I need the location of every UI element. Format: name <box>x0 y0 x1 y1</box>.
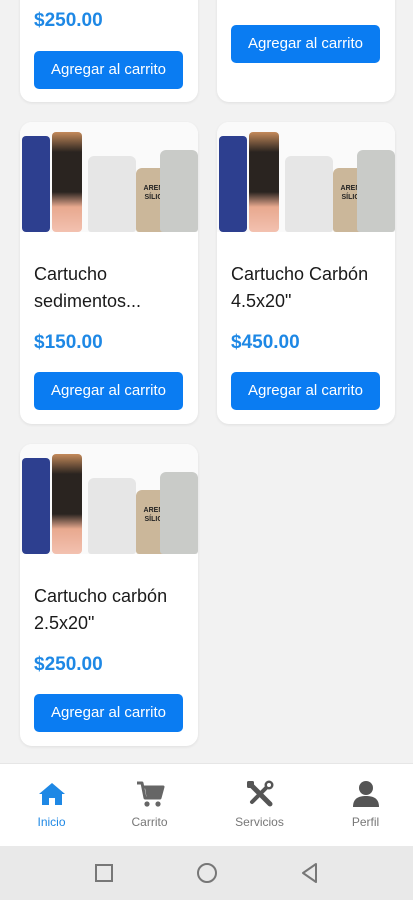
home-icon <box>39 783 65 805</box>
filter-tube-orange <box>249 132 279 232</box>
bag-white <box>88 156 136 232</box>
product-price: $250.00 <box>34 654 103 675</box>
recents-icon[interactable] <box>91 860 117 886</box>
product-price: $450.00 <box>231 332 300 353</box>
product-card[interactable]: ARENA SÍLICA Cartucho carbón 2.5x20" $25… <box>20 444 198 746</box>
add-to-cart-button[interactable]: Agregar al carrito <box>231 372 380 410</box>
product-name: Cartucho carbón 2.5x20" <box>34 586 168 633</box>
product-card[interactable]: ARENA SÍLICA Cartucho Carbón 4.5x20" $45… <box>217 122 395 424</box>
product-card[interactable]: Agregar al carrito <box>217 0 395 102</box>
add-to-cart-button[interactable]: Agregar al carrito <box>34 51 183 89</box>
cart-icon <box>137 781 165 807</box>
tools-icon <box>247 780 274 807</box>
nav-item-perfil[interactable]: Perfil <box>314 764 413 847</box>
product-price: $250.00 <box>34 10 103 31</box>
bag-white <box>285 156 333 232</box>
product-image[interactable]: ARENA SÍLICA <box>20 444 198 554</box>
nav-label: Carrito <box>131 815 168 829</box>
back-icon[interactable] <box>297 860 323 886</box>
filter-tube-orange <box>52 454 82 554</box>
box-gray <box>357 150 395 232</box>
product-name: Cartucho sedimentos... <box>34 264 142 311</box>
box-gray <box>160 150 198 232</box>
add-to-cart-button[interactable]: Agregar al carrito <box>231 25 380 63</box>
nav-item-carrito[interactable]: Carrito <box>98 764 201 847</box>
bottom-navigation: Inicio Carrito Servicios Perfil <box>0 763 413 846</box>
product-price: $150.00 <box>34 332 103 353</box>
person-icon <box>353 781 379 807</box>
product-grid: $250.00 Agregar al carrito Agregar al ca… <box>0 0 413 763</box>
filter-tube-blue <box>22 136 50 232</box>
nav-item-inicio[interactable]: Inicio <box>0 764 103 847</box>
product-card[interactable]: ARENA SÍLICA Cartucho sedimentos... $150… <box>20 122 198 424</box>
filter-tube-orange <box>52 132 82 232</box>
system-navigation-bar <box>0 846 413 900</box>
add-to-cart-button[interactable]: Agregar al carrito <box>34 372 183 410</box>
nav-label: Servicios <box>235 815 284 829</box>
filter-tube-blue <box>219 136 247 232</box>
add-to-cart-button[interactable]: Agregar al carrito <box>34 694 183 732</box>
nav-item-servicios[interactable]: Servicios <box>208 764 311 847</box>
nav-label: Inicio <box>37 815 66 829</box>
bag-white <box>88 478 136 554</box>
filter-tube-blue <box>22 458 50 554</box>
home-button-icon[interactable] <box>194 860 220 886</box>
nav-label: Perfil <box>351 815 380 829</box>
box-gray <box>160 472 198 554</box>
product-name: Cartucho Carbón 4.5x20" <box>231 264 369 311</box>
product-image[interactable]: ARENA SÍLICA <box>20 122 198 232</box>
product-image[interactable]: ARENA SÍLICA <box>217 122 395 232</box>
product-card[interactable]: $250.00 Agregar al carrito <box>20 0 198 102</box>
